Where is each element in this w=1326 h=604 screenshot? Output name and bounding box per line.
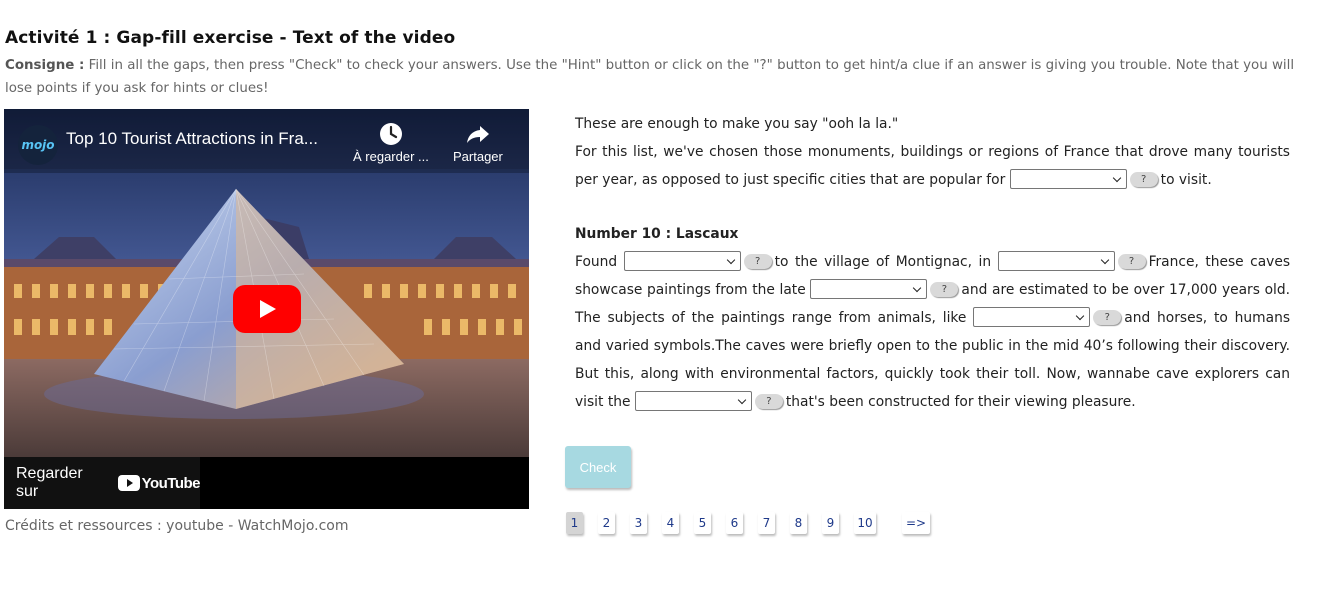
text-segment: Found [575, 254, 618, 270]
hint-button-1[interactable]: ? [1129, 171, 1158, 187]
play-button[interactable] [233, 285, 301, 333]
share-icon [453, 121, 503, 147]
hint-button-2[interactable]: ? [743, 253, 772, 269]
watch-later-label: À regarder ... [353, 149, 429, 164]
page-title: Activité 1 : Gap-fill exercise - Text of… [5, 28, 456, 48]
text-segment: that's been constructed for their viewin… [785, 394, 1136, 410]
youtube-logo: YouTube [117, 474, 201, 492]
share-label: Partager [453, 149, 503, 164]
page-button-3[interactable]: 3 [630, 512, 647, 534]
text-paragraph-3: Found ? to the village of Montignac, in ?… [575, 248, 1290, 416]
page-button-4[interactable]: 4 [662, 512, 679, 534]
watch-on-youtube-button[interactable]: Regarder sur YouTube [4, 457, 201, 509]
credits-text: Crédits et ressources : youtube - WatchM… [5, 518, 349, 534]
gap-select-3[interactable] [997, 251, 1115, 271]
page-button-10[interactable]: 10 [854, 512, 876, 534]
check-button[interactable]: Check [565, 446, 631, 488]
hint-button-6[interactable]: ? [754, 393, 783, 409]
youtube-wordmark: YouTube [141, 474, 201, 492]
text-line-1: These are enough to make you say "ooh la… [575, 116, 899, 132]
share-button[interactable]: Partager [453, 121, 503, 164]
youtube-play-icon [117, 475, 140, 491]
page-button-6[interactable]: 6 [726, 512, 743, 534]
page-button-2[interactable]: 2 [598, 512, 615, 534]
gap-select-5[interactable] [973, 307, 1091, 327]
page-button-1[interactable]: 1 [566, 512, 583, 534]
text-segment: to the village of Montignac, in [774, 254, 992, 270]
instructions-text: Fill in all the gaps, then press "Check"… [5, 58, 1295, 96]
gap-select-1[interactable] [1009, 169, 1127, 189]
page-button-5[interactable]: 5 [694, 512, 711, 534]
page-button-9[interactable]: 9 [822, 512, 839, 534]
play-icon [260, 300, 276, 318]
hint-button-3[interactable]: ? [1117, 253, 1146, 269]
video-player[interactable]: mojo Top 10 Tourist Attractions in Fra..… [4, 109, 529, 509]
page-button-7[interactable]: 7 [758, 512, 775, 534]
instructions: Consigne : Fill in all the gaps, then pr… [5, 54, 1315, 100]
clock-icon [353, 121, 429, 147]
hint-button-4[interactable]: ? [930, 281, 959, 297]
hint-button-5[interactable]: ? [1093, 309, 1122, 325]
section-heading: Number 10 : Lascaux [575, 226, 739, 242]
page-button-8[interactable]: 8 [790, 512, 807, 534]
text-paragraph-2: For this list, we've chosen those monume… [575, 138, 1290, 194]
channel-logo[interactable]: mojo [18, 125, 58, 165]
gap-select-4[interactable] [810, 279, 928, 299]
exercise-text: These are enough to make you say "ooh la… [575, 110, 1290, 416]
next-page-button[interactable]: => [902, 512, 930, 534]
watch-later-button[interactable]: À regarder ... [353, 121, 429, 164]
watch-on-label: Regarder sur [16, 465, 83, 500]
instructions-label: Consigne : [5, 58, 85, 73]
gap-select-2[interactable] [623, 251, 741, 271]
gap-select-6[interactable] [634, 391, 752, 411]
text-segment: to visit. [1160, 172, 1212, 188]
video-title[interactable]: Top 10 Tourist Attractions in Fra... [66, 129, 318, 149]
